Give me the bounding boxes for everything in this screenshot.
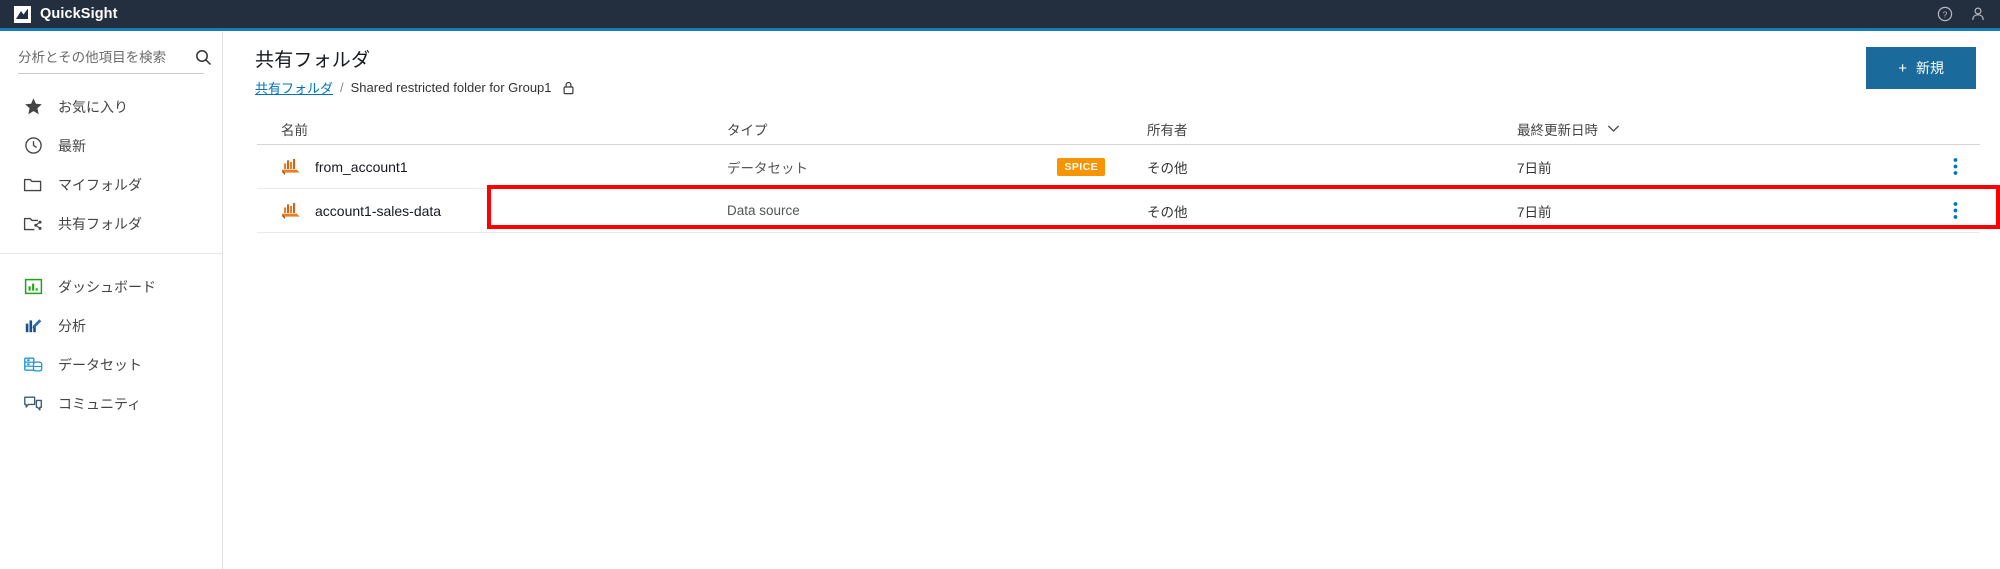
row-date-cell: 7日前 — [1517, 204, 1552, 220]
breadcrumb-separator: / — [340, 80, 344, 95]
dashboard-icon — [22, 277, 44, 296]
new-button[interactable]: + 新規 — [1866, 47, 1976, 89]
breadcrumb: 共有フォルダ / Shared restricted folder for Gr… — [255, 78, 1866, 97]
plus-icon: + — [1898, 59, 1907, 77]
chevron-down-icon[interactable] — [1607, 124, 1620, 133]
dataset-icon — [22, 355, 44, 374]
top-bar: QuickSight ? — [0, 0, 2000, 28]
content-header: 共有フォルダ 共有フォルダ / Shared restricted folder… — [223, 31, 2000, 97]
sidebar: お気に入り 最新 マイフォルダ — [0, 31, 223, 569]
shared-folder-icon — [22, 214, 44, 233]
sidebar-item-label: コミュニティ — [58, 395, 142, 412]
column-header-owner[interactable]: 所有者 — [1147, 119, 1517, 139]
main-content: 共有フォルダ 共有フォルダ / Shared restricted folder… — [223, 31, 2000, 569]
folder-icon — [22, 175, 44, 194]
column-header-label: 最終更新日時 — [1517, 122, 1598, 138]
status-badge: SPICE — [1057, 157, 1105, 176]
row-type-cell: データセット SPICE — [727, 157, 1147, 177]
sidebar-item-shared-folder[interactable]: 共有フォルダ — [0, 204, 222, 243]
row-owner-cell: その他 — [1147, 160, 1188, 176]
sidebar-item-label: 最新 — [58, 137, 86, 154]
page-shell: お気に入り 最新 マイフォルダ — [0, 31, 2000, 569]
sidebar-group-assets: ダッシュボード 分析 データセット コミュニティ — [0, 253, 222, 433]
column-header-label: 名前 — [281, 122, 308, 138]
row-date-cell: 7日前 — [1517, 160, 1552, 176]
brand-area[interactable]: QuickSight — [14, 5, 118, 23]
sidebar-item-dashboards[interactable]: ダッシュボード — [0, 267, 222, 306]
star-icon — [22, 97, 44, 116]
row-type-cell: Data source — [727, 203, 1147, 218]
table-header-row: 名前 タイプ 所有者 最終更新日時 — [257, 113, 1980, 145]
kebab-menu-icon[interactable] — [1949, 153, 1962, 180]
table-row[interactable]: account1-sales-data Data source その他 7日前 — [257, 189, 1980, 233]
top-bar-actions: ? — [1937, 6, 1986, 22]
sidebar-item-favorites[interactable]: お気に入り — [0, 87, 222, 126]
dataset-orange-icon — [281, 202, 301, 220]
user-account-icon[interactable] — [1970, 6, 1986, 22]
sidebar-item-community[interactable]: コミュニティ — [0, 384, 222, 423]
quicksight-logo-icon — [14, 5, 31, 23]
sidebar-item-label: 分析 — [58, 317, 86, 334]
items-table: 名前 タイプ 所有者 最終更新日時 from_account1 データセット S… — [223, 113, 2000, 233]
row-owner-cell: その他 — [1147, 204, 1188, 220]
column-header-label: タイプ — [727, 122, 768, 138]
breadcrumb-root-link[interactable]: 共有フォルダ — [255, 78, 333, 97]
row-type-label: データセット — [727, 160, 808, 176]
column-header-name[interactable]: 名前 — [257, 119, 727, 139]
row-name-cell[interactable]: from_account1 — [257, 158, 727, 176]
sidebar-item-analyses[interactable]: 分析 — [0, 306, 222, 345]
sidebar-item-recent[interactable]: 最新 — [0, 126, 222, 165]
row-name-label[interactable]: account1-sales-data — [315, 203, 441, 219]
svg-text:?: ? — [1943, 9, 1948, 19]
column-header-last-updated[interactable]: 最終更新日時 — [1517, 119, 1930, 139]
sidebar-item-label: お気に入り — [58, 98, 128, 115]
clock-icon — [22, 136, 44, 155]
sidebar-item-label: 共有フォルダ — [58, 215, 142, 232]
sidebar-item-my-folder[interactable]: マイフォルダ — [0, 165, 222, 204]
community-icon — [22, 394, 44, 413]
column-header-label: 所有者 — [1147, 122, 1188, 138]
row-name-label[interactable]: from_account1 — [315, 159, 408, 175]
table-row[interactable]: from_account1 データセット SPICE その他 7日前 — [257, 145, 1980, 189]
sidebar-item-label: ダッシュボード — [58, 278, 156, 295]
lock-icon — [562, 81, 575, 95]
page-title: 共有フォルダ — [255, 50, 371, 71]
breadcrumb-current: Shared restricted folder for Group1 — [350, 80, 552, 95]
row-actions-cell[interactable] — [1930, 153, 1980, 180]
header-text-block: 共有フォルダ 共有フォルダ / Shared restricted folder… — [255, 45, 1866, 97]
row-actions-cell[interactable] — [1930, 197, 1980, 224]
sidebar-item-label: データセット — [58, 356, 142, 373]
dataset-orange-icon — [281, 158, 301, 176]
sidebar-item-datasets[interactable]: データセット — [0, 345, 222, 384]
search-input[interactable] — [18, 50, 195, 65]
new-button-label: 新規 — [1916, 60, 1944, 76]
sidebar-item-label: マイフォルダ — [58, 176, 142, 193]
search-box[interactable] — [18, 49, 212, 74]
analysis-icon — [22, 316, 44, 335]
column-header-type[interactable]: タイプ — [727, 119, 1147, 139]
row-name-cell[interactable]: account1-sales-data — [257, 202, 727, 220]
help-circle-icon[interactable]: ? — [1937, 6, 1953, 22]
search-icon[interactable] — [195, 49, 212, 66]
kebab-menu-icon[interactable] — [1949, 197, 1962, 224]
product-title: QuickSight — [40, 6, 118, 22]
sidebar-group-primary: お気に入り 最新 マイフォルダ 共有フォルダ — [0, 74, 222, 253]
row-type-label: Data source — [727, 203, 800, 218]
